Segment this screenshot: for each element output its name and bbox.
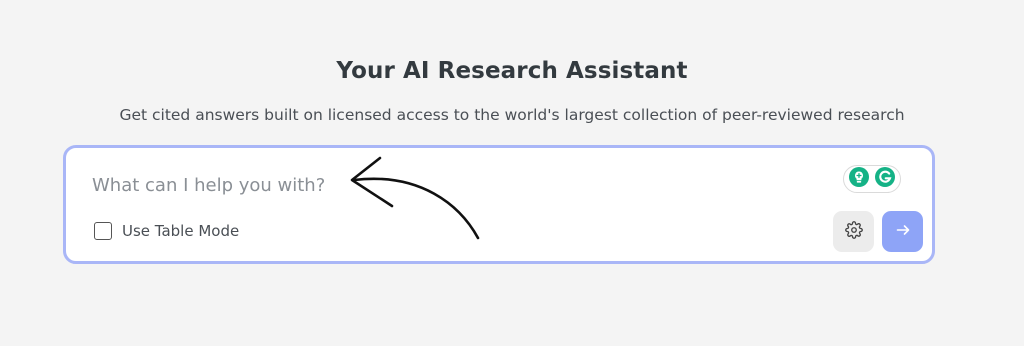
submit-button[interactable] xyxy=(882,211,923,252)
table-mode-checkbox[interactable] xyxy=(94,222,112,240)
arrow-right-icon xyxy=(895,222,911,242)
extension-pill[interactable] xyxy=(843,165,901,193)
lightbulb-plus-icon[interactable] xyxy=(848,166,870,192)
hand-drawn-arrow-annotation xyxy=(350,156,480,240)
settings-button[interactable] xyxy=(833,211,874,252)
grammarly-g-icon[interactable] xyxy=(874,166,896,192)
table-mode-toggle[interactable]: Use Table Mode xyxy=(94,222,239,240)
page-title: Your AI Research Assistant xyxy=(336,58,688,84)
table-mode-label: Use Table Mode xyxy=(122,222,240,240)
search-card: Use Table Mode xyxy=(63,145,935,264)
page-subtitle: Get cited answers built on licensed acce… xyxy=(119,106,905,124)
gear-icon xyxy=(844,220,863,243)
page: Your AI Research Assistant Get cited ans… xyxy=(0,0,1024,346)
